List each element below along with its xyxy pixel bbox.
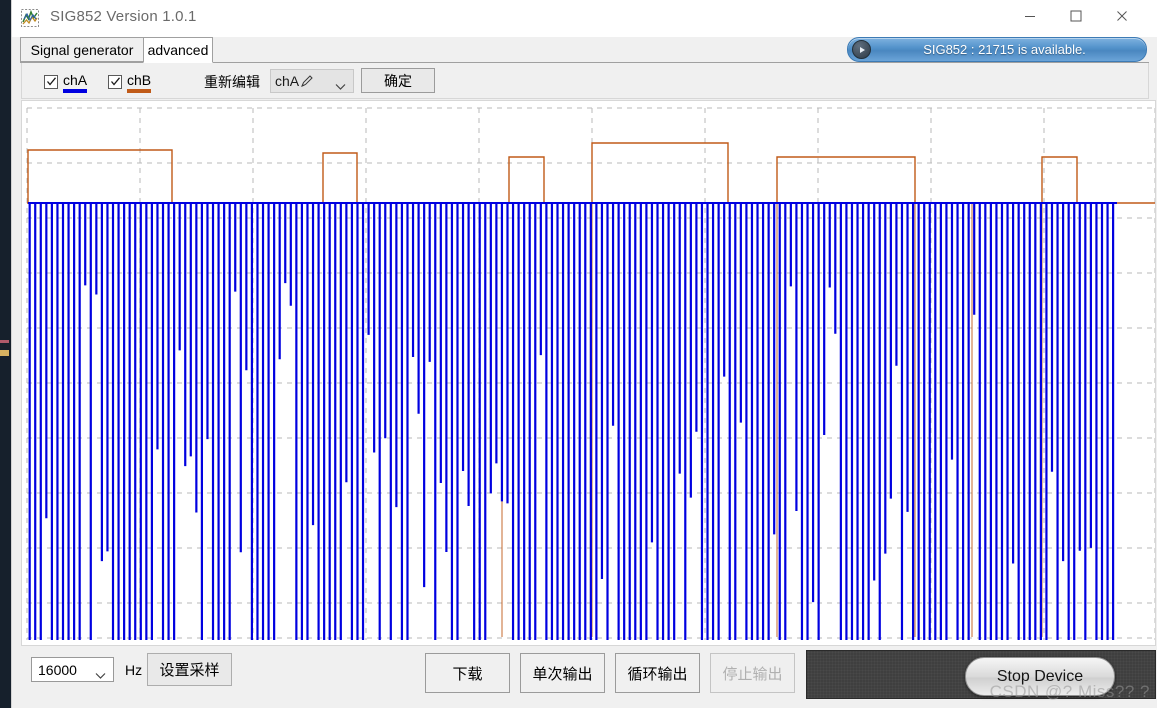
download-button-label: 下载 <box>452 665 483 683</box>
checkbox-cha[interactable]: chA <box>44 72 88 93</box>
chevron-down-icon <box>95 667 106 685</box>
reedit-channel-select[interactable]: chA <box>270 69 354 93</box>
waveform-canvas <box>26 107 1155 640</box>
bottom-toolbar: 16000 Hz 设置采样 下载 单次输出 循环输出 停止输出 Stop Dev… <box>21 646 1156 704</box>
set-sample-button-label: 设置采样 <box>159 662 220 679</box>
chevron-down-icon <box>335 78 346 96</box>
background-strip-pink <box>0 340 9 343</box>
title-bar: SIG852 Version 1.0.1 <box>12 0 1157 37</box>
checkbox-cha-label: chA <box>63 72 88 93</box>
loop-output-button-label: 循环输出 <box>627 665 688 683</box>
stop-output-button-label: 停止输出 <box>722 665 783 683</box>
screen-root: SIG852 Version 1.0.1 Signal generator ad… <box>0 0 1157 708</box>
sample-rate-select[interactable]: 16000 <box>31 657 114 682</box>
checkmark-icon <box>108 74 122 89</box>
pencil-icon <box>300 74 314 88</box>
waveform-plot[interactable] <box>21 100 1156 646</box>
stop-output-button: 停止输出 <box>710 653 795 693</box>
tab-signal-generator[interactable]: Signal generator <box>20 37 144 62</box>
checkmark-icon <box>44 74 58 89</box>
loop-output-button[interactable]: 循环输出 <box>615 653 700 693</box>
single-output-button-label: 单次输出 <box>532 665 593 683</box>
background-strip-gold <box>0 350 9 356</box>
single-output-button[interactable]: 单次输出 <box>520 653 605 693</box>
window-title: SIG852 Version 1.0.1 <box>50 8 197 25</box>
sample-rate-value: 16000 <box>38 661 77 678</box>
reedit-channel-value: chA <box>275 73 300 89</box>
waveform-icon <box>20 8 40 28</box>
close-icon[interactable] <box>1099 0 1145 31</box>
confirm-button-label: 确定 <box>384 72 412 89</box>
channel-control-bar: chA chB 重新编辑 chA 确定 <box>21 63 1149 99</box>
play-circle-icon <box>852 40 871 59</box>
unit-label: Hz <box>125 662 143 678</box>
checkbox-chb-label: chB <box>127 72 152 93</box>
reedit-label: 重新编辑 <box>204 74 260 90</box>
tab-signal-generator-label: Signal generator <box>30 41 134 58</box>
notification-text: SIG852 : 21715 is available. <box>923 42 1086 57</box>
checkbox-chb[interactable]: chB <box>108 72 152 93</box>
tab-advanced-label: advanced <box>147 42 209 58</box>
application-window: SIG852 Version 1.0.1 Signal generator ad… <box>12 0 1157 708</box>
minimize-icon[interactable] <box>1007 0 1053 31</box>
confirm-button[interactable]: 确定 <box>361 68 435 93</box>
set-sample-button[interactable]: 设置采样 <box>147 653 232 686</box>
maximize-icon[interactable] <box>1053 0 1099 31</box>
download-button[interactable]: 下载 <box>425 653 510 693</box>
tab-advanced[interactable]: advanced <box>143 37 213 63</box>
watermark-text: CSDN @? Miss?? ? <box>989 682 1150 701</box>
notification-banner[interactable]: SIG852 : 21715 is available. <box>847 37 1147 62</box>
